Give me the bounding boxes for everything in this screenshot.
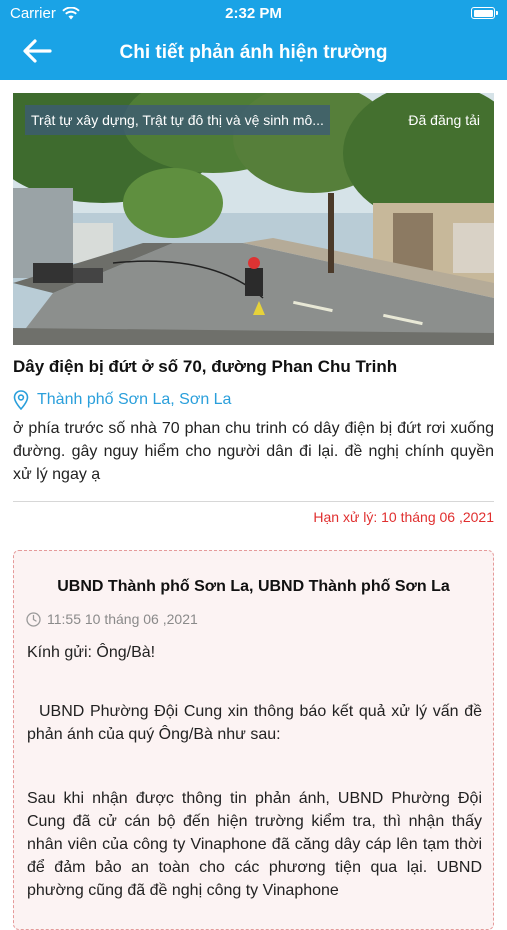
response-body: Kính gửi: Ông/Bà! UBND Phường Đội Cung x… <box>27 641 482 902</box>
battery-icon <box>471 7 498 19</box>
category-badge: Trật tự xây dựng, Trật tự đô thị và vệ s… <box>25 105 330 135</box>
clock-icon <box>26 611 41 627</box>
response-intro: UBND Phường Đội Cung xin thông báo kết q… <box>27 703 482 743</box>
status-time: 2:32 PM <box>225 5 282 22</box>
navigation-bar: Chi tiết phản ánh hiện trường <box>0 28 507 80</box>
report-description: ở phía trước số nhà 70 phan chu trinh có… <box>13 420 494 483</box>
report-photo[interactable]: Trật tự xây dựng, Trật tự đô thị và vệ s… <box>13 93 494 345</box>
location-pin-icon <box>13 390 29 410</box>
header-bar: Carrier 2:32 PM Chi tiết phản ánh hiện t… <box>0 0 507 80</box>
response-time-text: 11:55 10 tháng 06 ,2021 <box>47 611 198 627</box>
report-title: Dây điện bị đứt ở số 70, đường Phan Chu … <box>13 357 398 376</box>
response-timestamp: 11:55 10 tháng 06 ,2021 <box>26 611 198 627</box>
divider <box>13 501 494 502</box>
response-content: Sau khi nhận được thông tin phản ánh, UB… <box>27 790 482 899</box>
status-bar: Carrier 2:32 PM <box>0 0 507 28</box>
deadline-text: Hạn xử lý: 10 tháng 06 ,2021 <box>313 509 494 525</box>
location-text: Thành phố Sơn La, Sơn La <box>37 391 232 408</box>
response-card: UBND Thành phố Sơn La, UBND Thành phố Sơ… <box>13 550 494 930</box>
status-badge: Đã đăng tải <box>408 112 480 128</box>
response-title: UBND Thành phố Sơn La, UBND Thành phố Sơ… <box>57 578 450 595</box>
report-location[interactable]: Thành phố Sơn La, Sơn La <box>13 390 231 410</box>
page-title: Chi tiết phản ánh hiện trường <box>119 42 388 63</box>
response-greeting: Kính gửi: Ông/Bà! <box>27 644 156 661</box>
